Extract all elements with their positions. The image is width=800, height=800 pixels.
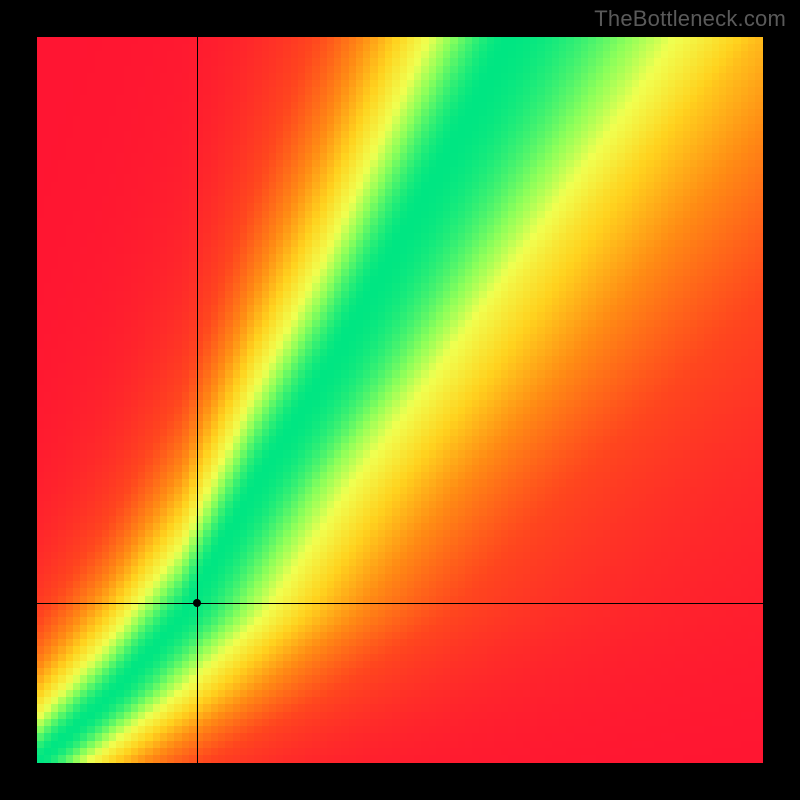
chart-frame: TheBottleneck.com: [0, 0, 800, 800]
watermark-text: TheBottleneck.com: [594, 6, 786, 32]
crosshair-horizontal: [37, 603, 763, 604]
crosshair-marker-dot: [193, 599, 201, 607]
plot-area: [37, 37, 763, 763]
crosshair-vertical: [197, 37, 198, 763]
heatmap-canvas: [37, 37, 763, 763]
